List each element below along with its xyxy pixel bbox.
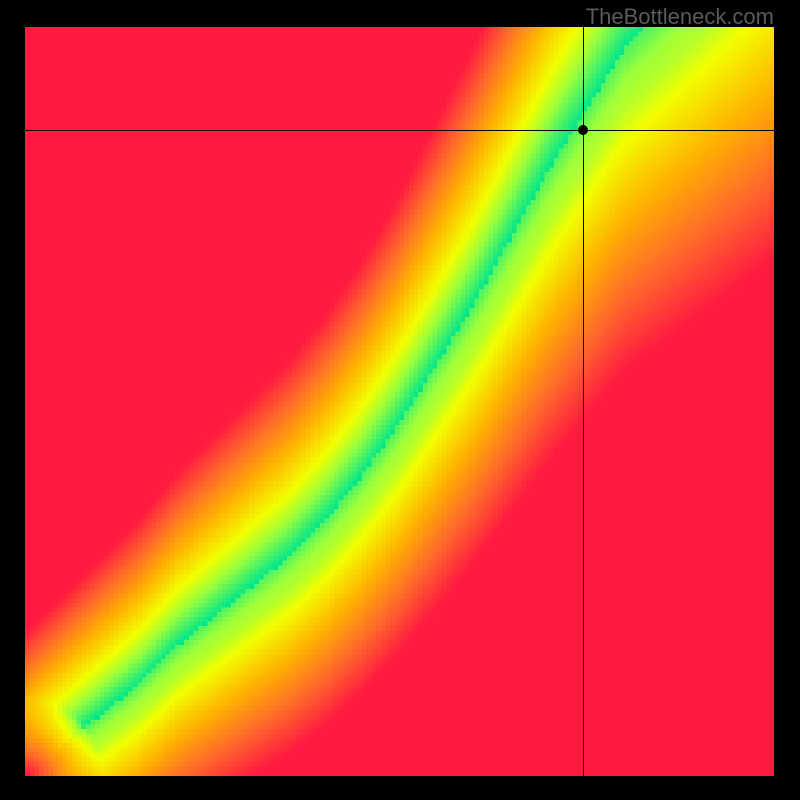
marker-point [578,125,588,135]
watermark-text: TheBottleneck.com [586,4,774,30]
crosshair-horizontal [25,130,774,131]
crosshair-vertical [583,27,584,776]
heatmap-plot [25,27,774,776]
heatmap-canvas [25,27,774,776]
